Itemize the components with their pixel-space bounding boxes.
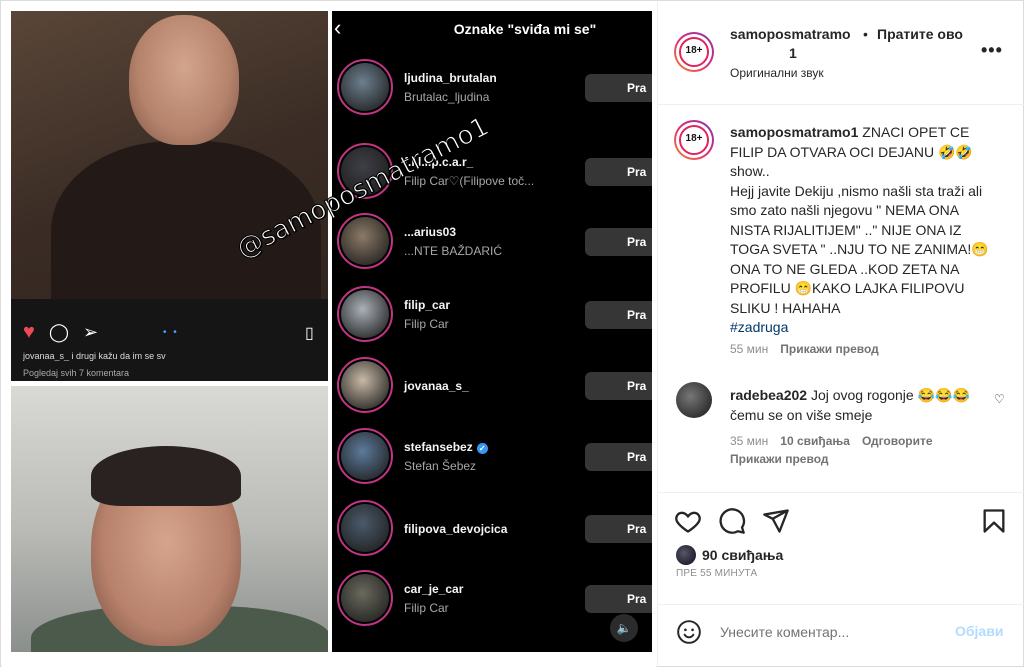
share-icon[interactable] — [762, 507, 790, 535]
save-bookmark-icon[interactable] — [980, 507, 1008, 535]
liker-fullname: Stefan Šebez — [404, 459, 477, 473]
liker-username[interactable]: stefansebez ✓ — [404, 440, 488, 454]
header-username-suffix[interactable]: 1 — [789, 45, 797, 61]
liker-fullname: Filip Car — [404, 317, 449, 331]
liker-avatar[interactable] — [337, 428, 393, 484]
liker-username[interactable]: ...arius03 — [404, 225, 456, 239]
comment-meta: 35 мин 10 свиђања Одговорите — [730, 434, 933, 448]
caption-meta: 55 мин Прикажи превод — [730, 342, 879, 356]
comment-time: 35 мин — [730, 434, 769, 448]
liker-avatar[interactable] — [337, 500, 393, 556]
follow-button[interactable]: Pra — [585, 74, 652, 102]
follow-button[interactable]: Pra — [585, 372, 652, 400]
share-icon: ➢ — [83, 322, 99, 342]
header-username[interactable]: samoposmatramo — [730, 26, 851, 42]
caption-section: 18+ samoposmatramo1 ZNACI OPET CE FILIP … — [658, 106, 1024, 492]
comment-likes[interactable]: 10 свиђања — [780, 434, 850, 448]
comment-avatar[interactable] — [676, 382, 712, 418]
mini-comments-link: Pogledaj svih 7 komentara — [23, 368, 130, 378]
liker-username[interactable]: ljudina_brutalan — [404, 71, 497, 85]
profile-avatar[interactable]: 18+ — [674, 32, 714, 72]
liker-avatar[interactable] — [337, 286, 393, 342]
likes-list-item[interactable]: car_je_car Filip Car Pra — [332, 566, 652, 630]
liker-fullname: ...NTE BAŽDARIĆ — [404, 244, 503, 258]
likes-list-item[interactable]: ljudina_brutalan Brutalac_ljudina Pra — [332, 55, 652, 119]
comment-username[interactable]: radebea202 — [730, 387, 807, 403]
liker-avatar — [676, 545, 696, 565]
post-sidebar: 18+ samoposmatramo 1 • Пратите ово Ориги… — [657, 2, 1024, 667]
comment-text: radebea202 Joj ovog rogonje 😂😂😂 čemu se … — [730, 385, 980, 425]
follow-button[interactable]: Pra — [585, 228, 652, 256]
comment-like-heart-icon[interactable]: ♡ — [994, 392, 1005, 406]
video-tile-bottom — [11, 386, 328, 652]
liker-fullname: Filip Car — [404, 601, 449, 615]
follow-button[interactable]: Pra — [585, 585, 652, 613]
likes-panel: ‹ Oznake "sviđa mi se" ljudina_brutalan B… — [332, 11, 652, 652]
post-actions: 90 свиђања ПРЕ 55 МИНУТА — [658, 492, 1024, 596]
caption-time: 55 мин — [730, 342, 769, 356]
caption-body: ZNACI OPET CE FILIP DA OTVARA OCI DEJANU… — [730, 124, 989, 316]
comment-translate[interactable]: Прикажи превод — [730, 452, 829, 466]
liker-fullname: Brutalac_ljudina — [404, 90, 490, 104]
post-media[interactable]: ♥ ◯ ➢ • • ▯ jovanaa_s_ i drugi kažu da i… — [2, 2, 656, 667]
header-separator: • — [863, 26, 868, 42]
comment-icon: ◯ — [48, 322, 70, 342]
follow-button[interactable]: Pra — [585, 301, 652, 329]
likes-list-item[interactable]: stefansebez ✓ Stefan Šebez Pra — [332, 424, 652, 488]
emoji-smile-icon[interactable] — [676, 619, 702, 645]
comment-bar: Објави — [658, 604, 1024, 667]
likes-header: ‹ Oznake "sviđa mi se" — [332, 11, 652, 47]
comment-icon[interactable] — [718, 507, 746, 535]
liker-avatar[interactable] — [337, 570, 393, 626]
person-hair — [91, 446, 241, 506]
likes-list-item[interactable]: jovanaa_s_ Pra — [332, 353, 652, 417]
post-frame: ♥ ◯ ➢ • • ▯ jovanaa_s_ i drugi kažu da i… — [0, 0, 1024, 667]
caption-username[interactable]: samoposmatramo1 — [730, 124, 858, 140]
likes-list-item[interactable]: filipova_devojcica Pra — [332, 496, 652, 560]
follow-button[interactable]: Pra — [585, 515, 652, 543]
post-comment-button[interactable]: Објави — [955, 623, 1003, 639]
comment-input[interactable] — [720, 621, 940, 643]
liker-avatar[interactable] — [337, 213, 393, 269]
carousel-dots: • • — [163, 327, 179, 338]
hashtag-link[interactable]: #zadruga — [730, 319, 788, 335]
likes-count[interactable]: 90 свиђања — [702, 547, 783, 563]
liker-username[interactable]: jovanaa_s_ — [404, 379, 469, 393]
avatar-badge: 18+ — [679, 37, 709, 67]
liker-username[interactable]: filipova_devojcica — [404, 522, 507, 536]
liker-username[interactable]: car_je_car — [404, 582, 463, 596]
likes-title: Oznake "sviđa mi se" — [453, 21, 597, 37]
likes-list-item[interactable]: ...arius03 ...NTE BAŽDARIĆ Pra — [332, 209, 652, 273]
likes-summary[interactable]: 90 свиђања — [676, 545, 783, 565]
post-header: 18+ samoposmatramo 1 • Пратите ово Ориги… — [658, 2, 1024, 105]
video-tile-top: ♥ ◯ ➢ • • ▯ jovanaa_s_ i drugi kažu da i… — [11, 11, 328, 381]
bookmark-icon: ▯ — [305, 325, 314, 342]
avatar-badge: 18+ — [679, 125, 709, 155]
follow-button[interactable]: Pra — [585, 158, 652, 186]
more-options-icon[interactable]: ••• — [981, 40, 1003, 61]
liker-avatar[interactable] — [337, 357, 393, 413]
like-heart-icon[interactable] — [674, 507, 702, 535]
heart-icon: ♥ — [23, 321, 35, 343]
comment-reply[interactable]: Одговорите — [862, 434, 933, 448]
person-face — [129, 15, 239, 145]
mini-caption: jovanaa_s_ i drugi kažu da im se sv — [23, 351, 166, 361]
follow-button[interactable]: Пратите ово — [877, 26, 963, 42]
liker-fullname: Filip Car♡(Filipove toč... — [404, 174, 535, 188]
mini-action-icons: ♥ ◯ ➢ — [23, 321, 98, 344]
original-audio-link[interactable]: Оригинални звук — [730, 66, 824, 80]
caption-avatar[interactable]: 18+ — [674, 120, 714, 160]
liker-avatar[interactable] — [337, 59, 393, 115]
follow-button[interactable]: Pra — [585, 443, 652, 471]
post-timestamp: ПРЕ 55 МИНУТА — [676, 568, 758, 579]
caption-translate[interactable]: Прикажи превод — [780, 342, 879, 356]
verified-badge-icon: ✓ — [476, 443, 488, 454]
volume-icon[interactable]: 🔈 — [610, 614, 638, 642]
liker-username[interactable]: filip_car — [404, 298, 450, 312]
likes-list-item[interactable]: filip_car Filip Car Pra — [332, 282, 652, 346]
caption-text: samoposmatramo1 ZNACI OPET CE FILIP DA O… — [730, 123, 992, 338]
